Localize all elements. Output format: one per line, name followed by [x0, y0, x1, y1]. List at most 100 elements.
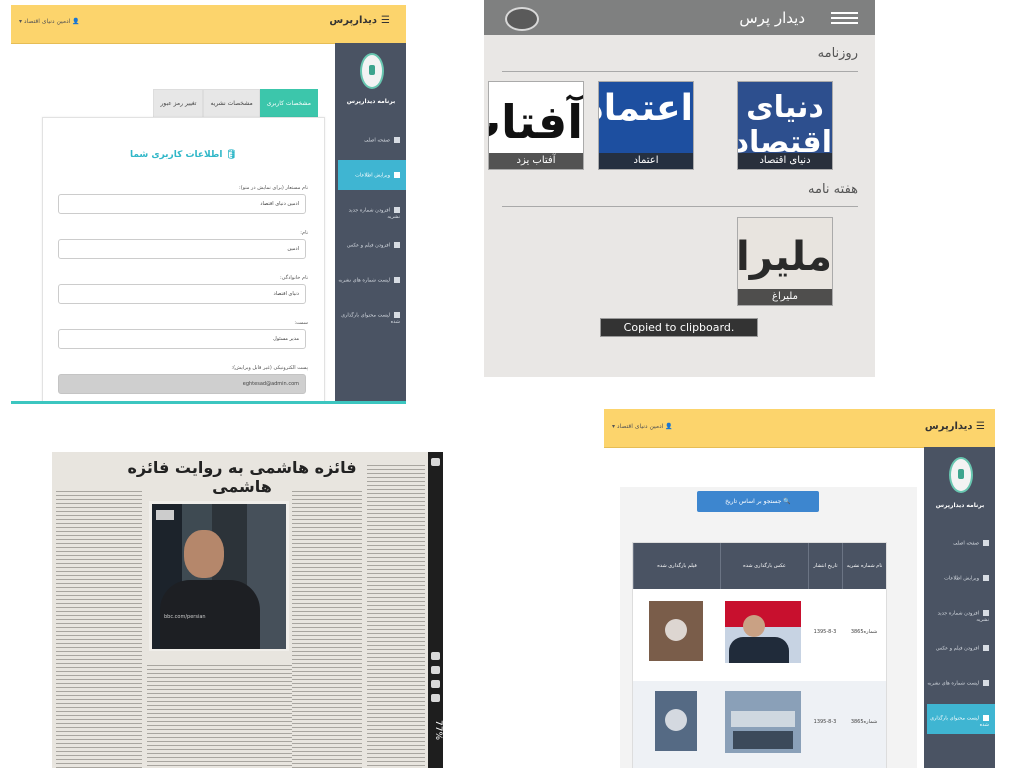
app-name: برنامه دیدارپرس	[935, 502, 985, 509]
camera-logo-icon	[505, 7, 539, 31]
signal-icon	[431, 652, 440, 660]
section-title-weekly: هفته نامه	[808, 182, 858, 197]
uploaded-photo[interactable]	[725, 691, 801, 753]
sidebar-item-add-issue[interactable]: افزودن شماره جدید نشریه	[927, 599, 995, 629]
uploaded-video[interactable]	[655, 691, 697, 751]
field-label-position: سمت:	[294, 320, 308, 326]
position-field[interactable]: مدیر مسئول	[58, 329, 306, 349]
masthead-text: اعتماد	[599, 88, 693, 129]
newspaper-etemad[interactable]: اعتماد اعتماد	[598, 81, 694, 170]
video-overlay[interactable]: bbc.com/persian	[152, 504, 286, 649]
video-person-head	[184, 530, 224, 578]
hamburger-icon[interactable]: ☰	[381, 15, 390, 26]
app-icon	[431, 458, 440, 466]
field-label-nickname: نام مستعار (برای نمایش در منو):	[239, 185, 308, 191]
cellular-icon	[431, 694, 440, 702]
sidebar-item-home[interactable]: صفحه اصلی	[338, 125, 406, 155]
divider	[502, 206, 858, 207]
masthead-text: دنیای اقتصاد	[737, 90, 832, 160]
hamburger-icon[interactable]: ☰	[976, 421, 985, 432]
newspaper-caption: ملیراغ	[738, 289, 832, 305]
sidebar-item-uploaded-content[interactable]: لیست محتوای بارگذاری شده	[927, 704, 995, 734]
newspaper-icon	[394, 207, 400, 213]
column-header-video: فیلم بارگذاری شده	[633, 543, 720, 589]
issue-cell: شماره3865	[850, 629, 878, 635]
sidebar-item-add-issue[interactable]: افزودن شماره جدید نشریه	[338, 195, 406, 225]
tab-publication-info[interactable]: مشخصات نشریه	[203, 89, 260, 119]
sidebar-item-uploaded-content[interactable]: لیست محتوای بارگذاری شده	[338, 300, 406, 330]
sidebar-item-home[interactable]: صفحه اصلی	[927, 529, 995, 559]
video-icon	[983, 645, 989, 651]
divider	[502, 71, 858, 72]
masthead-text: ملیراغ	[737, 234, 832, 280]
tab-change-password[interactable]: تغییر رمز عبور	[153, 89, 204, 119]
field-label-last-name: نام خانوادگی:	[279, 275, 308, 281]
sidebar-item-edit-info[interactable]: ویرایش اطلاعات	[338, 160, 406, 190]
play-icon[interactable]	[665, 619, 687, 641]
sidebar-item-issue-list[interactable]: لیست شماره های نشریه	[338, 265, 406, 295]
newspaper-donya-eghtesad[interactable]: دنیای اقتصاد دنیای اقتصاد	[737, 81, 833, 170]
newspaper-icon	[983, 610, 989, 616]
video-icon	[394, 242, 400, 248]
sidebar-item-add-media[interactable]: افزودن فیلم و عکس	[338, 230, 406, 260]
date-cell: 1395-8-3	[813, 719, 837, 725]
alarm-icon	[431, 666, 440, 674]
database-icon: 🛢	[225, 150, 238, 160]
sidebar: برنامه دیدارپرس صفحه اصلی ویرایش اطلاعات…	[924, 447, 995, 768]
sidebar-item-issue-list[interactable]: لیست شماره های نشریه	[927, 669, 995, 699]
brand-title[interactable]: ☰دیدارپرس	[329, 15, 390, 26]
edit-profile-screenshot: ☰دیدارپرس 👤 ادمین دنیای اقتصاد ▾ برنامه …	[11, 5, 406, 404]
brand-title[interactable]: ☰ دیدارپرس	[925, 421, 985, 432]
user-menu[interactable]: 👤 ادمین دنیای اقتصاد ▾	[612, 423, 673, 430]
newspaper-page[interactable]: فائزه هاشمی به روایت فائزه هاشمی bbc.com…	[52, 452, 428, 768]
sidebar-item-edit-info[interactable]: ویرایش اطلاعات	[927, 564, 995, 594]
newspaper-caption: اعتماد	[599, 153, 693, 169]
issue-cell: شماره3865	[850, 719, 878, 725]
text-column	[56, 488, 142, 768]
profile-tabs: مشخصات کاربری مشخصات نشریه تغییر رمز عبو…	[153, 89, 318, 119]
text-column	[147, 662, 292, 768]
video-url: bbc.com/persian	[164, 614, 206, 620]
sidebar-item-add-media[interactable]: افزودن فیلم و عکس	[927, 634, 995, 664]
photo-person-body	[729, 637, 789, 663]
tab-user-info[interactable]: مشخصات کاربری	[259, 89, 318, 119]
uploaded-video[interactable]	[649, 601, 703, 661]
profile-card: 🛢 اطلاعات کاربری شما نام مستعار (برای نم…	[42, 117, 325, 401]
nickname-field[interactable]: ادمین دنیای اقتصاد	[58, 194, 306, 214]
table-row[interactable]: شماره3865 1395-8-3	[633, 589, 886, 681]
field-label-first-name: نام:	[300, 230, 308, 236]
user-icon: 👤	[72, 18, 80, 25]
newspaper-aftab-yazd[interactable]: آفتاب آفتاب یزد	[488, 81, 584, 170]
uploaded-content-table: نام شماره نشریه تاریخ انتشار عکس بارگذار…	[632, 542, 887, 768]
sort-icon	[983, 680, 989, 686]
meeting-table	[731, 711, 795, 727]
top-bar: ☰دیدارپرس 👤 ادمین دنیای اقتصاد ▾	[11, 5, 406, 44]
newspaper-melirag[interactable]: ملیراغ ملیراغ	[737, 217, 833, 306]
last-name-field[interactable]: دنیای اقتصاد	[58, 284, 306, 304]
menu-icon[interactable]	[831, 12, 858, 27]
table-row[interactable]: شماره3865 1395-8-3	[633, 681, 886, 768]
channel-logo	[156, 510, 174, 520]
section-title-daily: روزنامه	[817, 46, 858, 61]
newspaper-caption: دنیای اقتصاد	[738, 153, 832, 169]
uploaded-content-screenshot: ☰ دیدارپرس 👤 ادمین دنیای اقتصاد ▾ برنامه…	[604, 409, 995, 768]
user-menu[interactable]: 👤 ادمین دنیای اقتصاد ▾	[19, 18, 80, 25]
edit-icon	[394, 172, 400, 178]
card-title: 🛢 اطلاعات کاربری شما	[129, 150, 238, 160]
photo-person-head	[743, 615, 765, 637]
field-label-email: پست الکترونیکی (غیر قابل ویرایش):	[231, 365, 308, 371]
text-column	[292, 488, 362, 768]
play-icon[interactable]	[665, 709, 687, 731]
sort-icon	[394, 277, 400, 283]
uploaded-photo[interactable]	[725, 601, 801, 663]
top-bar: ☰ دیدارپرس 👤 ادمین دنیای اقتصاد ▾	[604, 409, 995, 448]
app-logo	[949, 457, 973, 493]
search-by-date-button[interactable]: 🔍 جستجو بر اساس تاریخ	[697, 491, 819, 512]
masthead-text: آفتاب	[489, 95, 583, 149]
column-header-date: تاریخ انتشار	[808, 543, 842, 589]
download-icon	[394, 312, 400, 318]
date-cell: 1395-8-3	[813, 629, 837, 635]
app-bar: دیدار پرس	[484, 0, 875, 35]
first-name-field[interactable]: ادمین	[58, 239, 306, 259]
column-header-issue: نام شماره نشریه	[842, 543, 886, 589]
